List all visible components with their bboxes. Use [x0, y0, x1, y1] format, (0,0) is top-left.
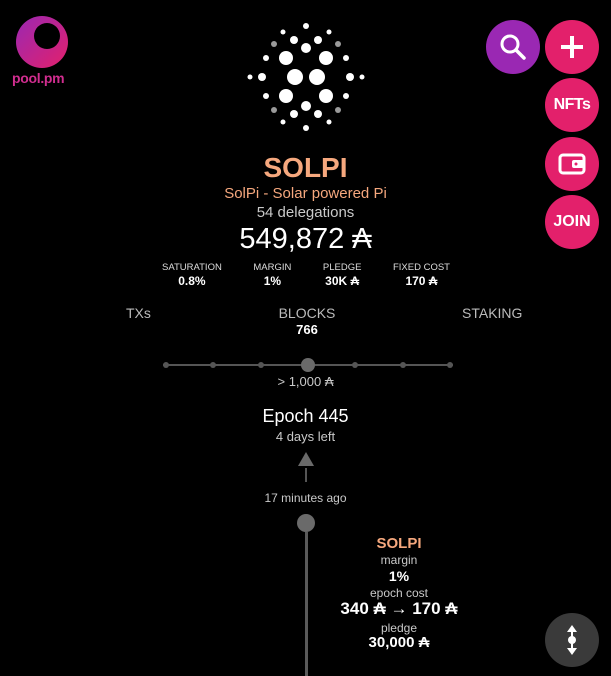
stat-label: FIXED COST: [392, 262, 450, 273]
timeline-stub: [305, 468, 307, 482]
pool-name: SolPi - Solar powered Pi: [224, 185, 387, 202]
timeline-node[interactable]: [297, 514, 315, 532]
blocks-count: 766: [296, 322, 318, 337]
slider-stop[interactable]: [352, 362, 359, 368]
stat-value: 170 ₳: [405, 274, 438, 288]
stat-value: 30K ₳: [325, 274, 360, 288]
slider-stop[interactable]: [210, 362, 217, 368]
event-margin-value: 1%: [388, 568, 410, 584]
timeline-arrow-icon: [298, 452, 314, 466]
stat-saturation: SATURATION 0.8%: [156, 262, 228, 288]
event-cost-label: epoch cost: [369, 586, 429, 600]
stat-value: 0.8%: [178, 274, 206, 288]
stat-pledge: PLEDGE 30K ₳: [317, 262, 368, 288]
event-cost-value: 340 ₳ → 170 ₳: [340, 599, 458, 618]
event-margin-label: margin: [380, 553, 418, 567]
tab-txs[interactable]: TXs: [126, 305, 151, 321]
live-stake: 549,872 ₳: [239, 223, 372, 255]
pool-ticker: SOLPI: [263, 152, 348, 183]
search-button[interactable]: [486, 20, 540, 74]
event-pledge-value: 30,000 ₳: [368, 634, 430, 651]
delegations-count: 54 delegations: [256, 204, 355, 221]
event-pledge-label: pledge: [380, 621, 418, 635]
slider-value: > 1,000 ₳: [277, 374, 334, 389]
plus-icon: [561, 36, 583, 58]
epoch-remaining: 4 days left: [275, 429, 336, 444]
tab-blocks-label: BLOCKS: [278, 305, 336, 321]
stat-label: PLEDGE: [322, 262, 362, 273]
slider-stop[interactable]: [447, 362, 453, 368]
tab-blocks[interactable]: BLOCKS 766: [266, 305, 348, 337]
logo-icon: [16, 16, 68, 68]
view-tabs: TXs BLOCKS 766 STAKING: [0, 305, 611, 337]
stat-label: SATURATION: [162, 262, 222, 273]
timeline-time: 17 minutes ago: [264, 491, 347, 505]
event-ticker[interactable]: SOLPI: [318, 535, 480, 552]
nfts-button[interactable]: NFTs: [545, 78, 599, 132]
slider-stop[interactable]: [163, 362, 169, 368]
cardano-emblem-icon: [247, 23, 365, 131]
tab-staking[interactable]: STAKING: [462, 305, 522, 321]
slider-stop[interactable]: [399, 362, 406, 368]
stat-fixed-cost: FIXED COST 170 ₳: [387, 262, 456, 288]
pool-stats: SATURATION 0.8% MARGIN 1% PLEDGE 30K ₳ F…: [156, 262, 456, 288]
epoch-title: Epoch 445: [262, 406, 349, 426]
add-button[interactable]: [545, 20, 599, 74]
vertical-scroll-icon: [567, 625, 577, 655]
stat-value: 1%: [263, 274, 282, 288]
slider-stop[interactable]: [257, 362, 264, 368]
stat-margin: MARGIN 1%: [247, 262, 297, 288]
amount-filter-slider[interactable]: [163, 356, 453, 374]
search-icon: [500, 34, 526, 60]
scroll-toggle-button[interactable]: [545, 613, 599, 667]
timeline-line: [305, 532, 308, 676]
logo-text: pool.pm: [12, 70, 65, 86]
slider-thumb[interactable]: [301, 358, 315, 372]
stat-label: MARGIN: [253, 262, 292, 273]
pool-pm-logo[interactable]: pool.pm: [12, 16, 76, 86]
